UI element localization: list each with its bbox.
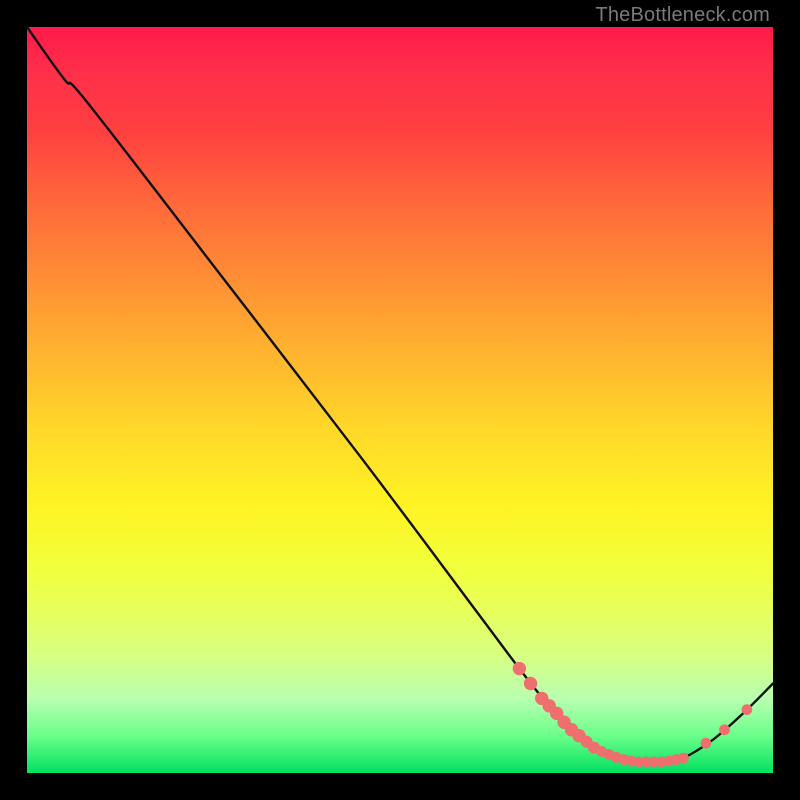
curve-marker <box>700 738 711 749</box>
curve-marker <box>678 753 689 764</box>
curve-marker <box>513 662 526 675</box>
bottleneck-curve <box>27 27 773 763</box>
curve-svg <box>27 27 773 773</box>
plot-area <box>27 27 773 773</box>
curve-marker <box>524 677 537 690</box>
curve-marker <box>719 724 730 735</box>
watermark-text: TheBottleneck.com <box>595 4 770 27</box>
curve-marker <box>742 704 753 715</box>
curve-markers <box>513 662 753 767</box>
chart-stage: TheBottleneck.com <box>0 0 800 800</box>
